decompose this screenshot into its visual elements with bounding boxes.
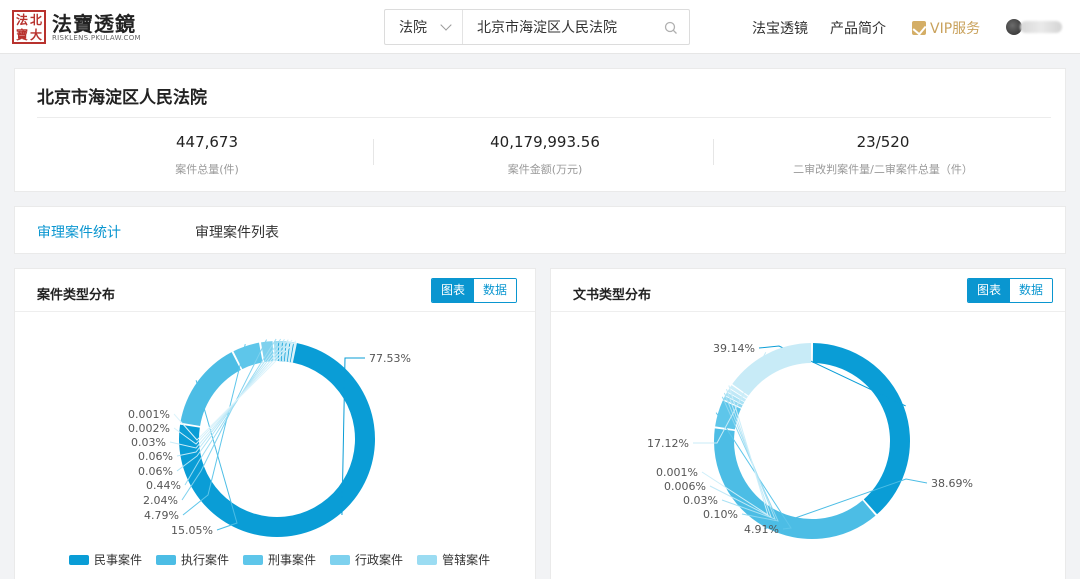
- legend-label: 执行案件: [181, 553, 230, 567]
- court-summary-card: 北京市海淀区人民法院 447,673 案件总量(件) 40,179,993.56…: [14, 68, 1066, 192]
- legend-item[interactable]: 民事案件: [69, 551, 142, 568]
- slice-percent-label: 38.69%: [931, 477, 973, 490]
- logo-seal-char: 北: [29, 13, 42, 27]
- stat-total-cases: 447,673 案件总量(件): [37, 133, 377, 177]
- view-toggle: 图表 数据: [431, 278, 517, 303]
- legend-item[interactable]: 行政案件: [330, 551, 403, 568]
- stat-label: 案件金额(万元): [507, 163, 583, 176]
- donut-slice[interactable]: [714, 428, 876, 539]
- logo-seal-char: 大: [29, 28, 42, 42]
- legend-swatch: [417, 554, 438, 565]
- slice-percent-label: 2.04%: [143, 494, 178, 507]
- username-blurred[interactable]: [1020, 21, 1062, 33]
- legend-swatch: [330, 554, 351, 565]
- slice-percent-label: 15.05%: [171, 524, 213, 537]
- legend-label: 行政案件: [355, 553, 404, 567]
- slice-percent-label: 0.06%: [138, 465, 173, 478]
- donut-slice[interactable]: [180, 352, 241, 426]
- data-view-button[interactable]: 数据: [474, 279, 516, 302]
- legend-swatch: [69, 554, 89, 565]
- legend-item[interactable]: 刑事案件: [243, 551, 316, 568]
- stat-label: 二审改判案件量/二审案件总量（件）: [793, 163, 973, 176]
- slice-percent-label: 17.12%: [647, 437, 689, 450]
- legend-swatch: [243, 554, 264, 565]
- slice-percent-label: 0.44%: [146, 479, 181, 492]
- chart-view-button[interactable]: 图表: [432, 279, 474, 302]
- logo-name[interactable]: 法寶透鏡: [52, 8, 136, 37]
- slice-percent-label: 39.14%: [713, 342, 755, 355]
- stat-label: 案件总量(件): [175, 163, 239, 176]
- slice-percent-label: 0.10%: [703, 508, 738, 521]
- case-type-donut-chart: 77.53%15.05%4.79%2.04%0.44%0.06%0.06%0.0…: [128, 338, 411, 537]
- case-type-panel: 案件类型分布 图表 数据 77.53% 15.05% 4.79% 2.04% 0.44%…: [14, 268, 536, 579]
- legend-item[interactable]: 管辖案件: [417, 551, 490, 568]
- legend-swatch: [156, 554, 177, 565]
- data-view-button[interactable]: 数据: [1010, 279, 1052, 302]
- nav-item-vip[interactable]: VIP服务: [912, 18, 980, 38]
- stat-case-amount: 40,179,993.56 案件金额(万元): [375, 133, 715, 177]
- slice-percent-label: 4.91%: [744, 523, 779, 536]
- slice-percent-label: 4.79%: [144, 509, 179, 522]
- slice-percent-label: 0.03%: [131, 436, 166, 449]
- nav-item-risklens[interactable]: 法宝透镜: [752, 18, 808, 38]
- panel-title: 文书类型分布: [573, 288, 652, 303]
- view-toggle: 图表 数据: [967, 278, 1053, 303]
- tab-trial-case-list[interactable]: 审理案件列表: [195, 222, 279, 242]
- legend-label: 管辖案件: [442, 553, 491, 567]
- vip-icon: [912, 21, 926, 35]
- search-category-value: 法院: [399, 20, 427, 36]
- slice-percent-label: 0.001%: [656, 466, 698, 479]
- tab-bar: 审理案件统计 审理案件列表: [14, 206, 1066, 254]
- stat-value: 40,179,993.56: [490, 133, 600, 151]
- slice-percent-label: 0.002%: [128, 422, 170, 435]
- slice-percent-label: 0.001%: [128, 408, 170, 421]
- legend-label: 刑事案件: [268, 553, 317, 567]
- stat-value: 23/520: [856, 133, 910, 151]
- search-icon[interactable]: [655, 10, 689, 44]
- search-bar: 法院: [384, 9, 690, 45]
- tab-trial-statistics[interactable]: 审理案件统计: [37, 222, 121, 242]
- legend-item[interactable]: 执行案件: [156, 551, 229, 568]
- chart-view-button[interactable]: 图表: [968, 279, 1010, 302]
- stat-value: 447,673: [175, 133, 239, 151]
- document-type-donut-chart: 39.14% 38.69% 4.91% 0.10%0.03%0.006%0.001% 1…: [647, 342, 973, 539]
- nav-item-product-intro[interactable]: 产品简介: [830, 18, 886, 38]
- logo-seal[interactable]: 法 北 寶 大: [12, 10, 46, 44]
- logo-seal-char: 法: [15, 13, 28, 27]
- slice-percent-label: 0.006%: [664, 480, 706, 493]
- slice-percent-label: 0.03%: [683, 494, 718, 507]
- divider: [37, 117, 1051, 118]
- nav-vip-label: VIP服务: [930, 21, 981, 37]
- divider: [373, 139, 374, 165]
- slice-percent-label: 77.53%: [369, 352, 411, 365]
- logo-domain: RISKLENS.PKULAW.COM: [52, 34, 141, 42]
- document-type-panel: 文书类型分布 图表 数据 39.14% 38.69% 4.91% 0.10% 0.03%…: [550, 268, 1066, 579]
- chevron-down-icon: [440, 19, 452, 31]
- slice-percent-label: 0.06%: [138, 450, 173, 463]
- logo-seal-char: 寶: [15, 28, 28, 42]
- panel-title: 案件类型分布: [37, 288, 116, 303]
- chart-legend: 民事案件 执行案件 刑事案件 行政案件 管辖案件: [69, 551, 490, 568]
- stat-appeal-revision: 23/520 二审改判案件量/二审案件总量（件）: [713, 133, 1053, 177]
- search-input[interactable]: [463, 10, 655, 44]
- top-navigation-bar: 法 北 寶 大 法寶透鏡 RISKLENS.PKULAW.COM 法院 法宝透镜…: [0, 0, 1080, 54]
- court-name: 北京市海淀区人民法院: [37, 88, 207, 108]
- legend-label: 民事案件: [94, 553, 143, 567]
- search-category-select[interactable]: 法院: [385, 10, 463, 44]
